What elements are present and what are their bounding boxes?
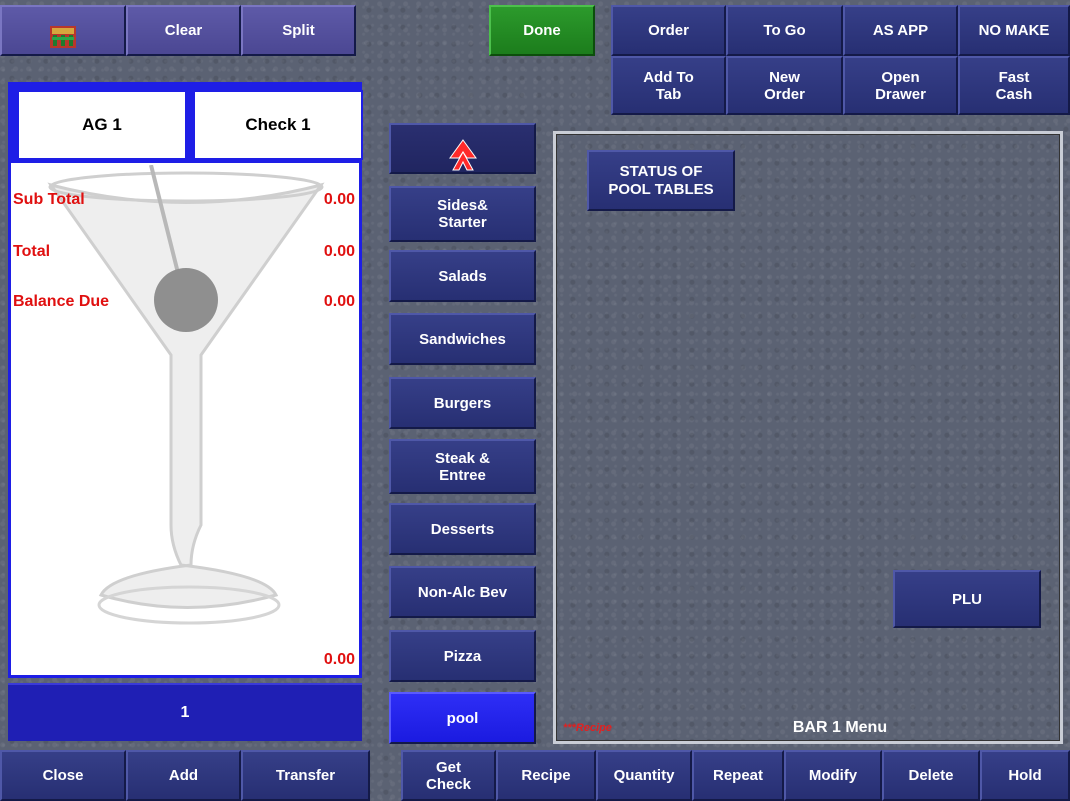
modify-button[interactable]: Modify (784, 750, 882, 801)
transfer-button[interactable]: Transfer (241, 750, 370, 801)
hold-button[interactable]: Hold (980, 750, 1070, 801)
add-button[interactable]: Add (126, 750, 241, 801)
check-footer-value: 0.00 (323, 651, 355, 668)
check-footer-row: 0.00 (13, 651, 355, 673)
category-sandwiches[interactable]: Sandwiches (389, 313, 536, 365)
category-pizza[interactable]: Pizza (389, 630, 536, 682)
category-pool[interactable]: pool (389, 692, 536, 744)
scroll-up-icon (448, 121, 478, 176)
balance-due-label: Balance Due (13, 293, 110, 310)
status-of-pool-tables-button[interactable]: STATUS OF POOL TABLES (587, 150, 735, 211)
fast-cash-button[interactable]: Fast Cash (958, 56, 1070, 115)
sub-total-value: 0.00 (323, 191, 355, 208)
balance-due-value: 0.00 (323, 293, 355, 310)
category-salads[interactable]: Salads (389, 250, 536, 302)
done-button[interactable]: Done (489, 5, 595, 56)
as-app-button[interactable]: AS APP (843, 5, 958, 56)
category-desserts[interactable]: Desserts (389, 503, 536, 555)
martini-glass-image (47, 165, 325, 625)
sub-total-row: Sub Total 0.00 (13, 191, 355, 213)
check-tab[interactable]: Check 1 (193, 90, 363, 160)
category-sides-starter[interactable]: Sides& Starter (389, 186, 536, 242)
total-value: 0.00 (323, 243, 355, 260)
home-button[interactable] (0, 5, 126, 56)
total-label: Total (13, 243, 51, 260)
to-go-button[interactable]: To Go (726, 5, 843, 56)
plu-button[interactable]: PLU (893, 570, 1041, 628)
menu-title: BAR 1 Menu (792, 719, 888, 736)
seat-tab[interactable]: AG 1 (17, 90, 187, 160)
recipe-button[interactable]: Recipe (496, 750, 596, 801)
check-panel: AG 1 Check 1 Sub Total 0.00 Total 0.00 B… (8, 82, 363, 678)
no-make-button[interactable]: NO MAKE (958, 5, 1070, 56)
quantity-button[interactable]: Quantity (596, 750, 692, 801)
category-non-alc-bev[interactable]: Non-Alc Bev (389, 566, 536, 618)
new-order-button[interactable]: New Order (726, 56, 843, 115)
clear-button[interactable]: Clear (126, 5, 241, 56)
delete-button[interactable]: Delete (882, 750, 980, 801)
scroll-up-button[interactable] (389, 123, 536, 174)
seat-number-bar[interactable]: 1 (8, 683, 362, 741)
sub-total-label: Sub Total (13, 191, 85, 208)
balance-due-row: Balance Due 0.00 (13, 293, 355, 315)
get-check-button[interactable]: Get Check (401, 750, 496, 801)
close-button[interactable]: Close (0, 750, 126, 801)
table-icon (49, 8, 77, 53)
repeat-button[interactable]: Repeat (692, 750, 784, 801)
category-steak-entree[interactable]: Steak & Entree (389, 439, 536, 494)
total-row: Total 0.00 (13, 243, 355, 265)
category-burgers[interactable]: Burgers (389, 377, 536, 429)
recipe-hint: ***Recipe (563, 722, 612, 734)
split-button[interactable]: Split (241, 5, 356, 56)
menu-area (553, 131, 1063, 744)
add-to-tab-button[interactable]: Add To Tab (611, 56, 726, 115)
open-drawer-button[interactable]: Open Drawer (843, 56, 958, 115)
order-button[interactable]: Order (611, 5, 726, 56)
